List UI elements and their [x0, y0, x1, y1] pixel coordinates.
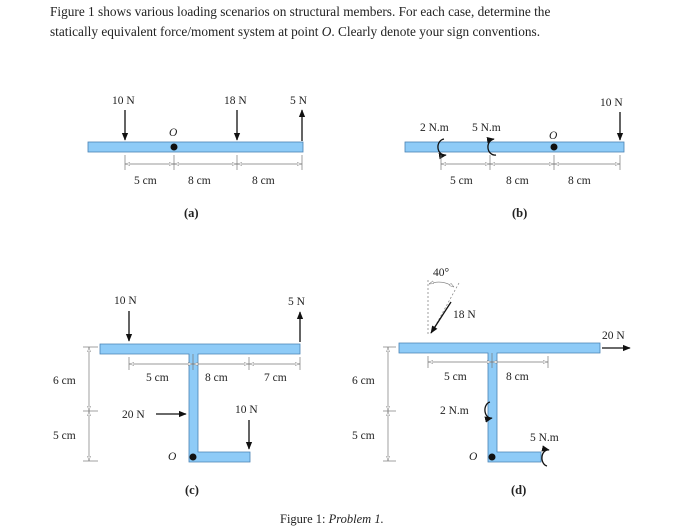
panel-a-caption: (a) — [184, 206, 199, 220]
force-c-5n-label: 5 N — [288, 296, 306, 308]
dim-b-2: 8 cm — [506, 175, 529, 187]
force-c-10n-top-label: 10 N — [114, 295, 137, 307]
dim-b-3: 8 cm — [568, 175, 591, 187]
dim-c-h3: 7 cm — [264, 372, 287, 384]
force-a-10n-label: 10 N — [112, 95, 135, 107]
point-o-label-c: O — [168, 451, 177, 463]
force-a-18n-label: 18 N — [224, 95, 247, 107]
beam-a — [87, 141, 304, 153]
figure-caption-prefix: Figure 1: — [280, 512, 326, 526]
dim-d-v1: 6 cm — [352, 375, 375, 387]
point-o-label-b: O — [549, 130, 558, 142]
t-member-d — [398, 342, 601, 463]
moment-d-2nm-label: 2 N.m — [440, 405, 469, 417]
panel-b-caption: (b) — [512, 206, 527, 220]
moment-b-5nm-label: 5 N.m — [472, 122, 501, 134]
force-a-5n-label: 5 N — [290, 95, 308, 107]
force-c-20n-label: 20 N — [122, 409, 145, 421]
angle-arc — [429, 282, 454, 287]
force-b-10n-label: 10 N — [600, 97, 623, 109]
dim-c-v2: 5 cm — [53, 430, 76, 442]
dim-a-3: 8 cm — [252, 175, 275, 187]
panel-d-caption: (d) — [511, 483, 526, 497]
figure-caption: Figure 1: Problem 1. — [280, 512, 384, 527]
dim-c-v1: 6 cm — [53, 375, 76, 387]
dim-a-1: 5 cm — [134, 175, 157, 187]
panel-c: 10 N 5 N 20 N 10 N O 5 cm 8 cm 7 cm 6 cm… — [53, 295, 306, 497]
force-d-18n-label: 18 N — [453, 309, 476, 321]
point-o-d — [488, 453, 496, 461]
panel-a: 10 N 18 N 5 N O 5 cm 8 cm 8 cm (a) — [87, 95, 308, 220]
point-o-label-d: O — [469, 451, 478, 463]
moment-d-5nm-cw-icon — [541, 445, 550, 467]
force-d-20n-label: 20 N — [602, 330, 625, 342]
dim-a-2: 8 cm — [188, 175, 211, 187]
panel-c-caption: (c) — [185, 483, 199, 497]
dim-c-h1: 5 cm — [146, 372, 169, 384]
dim-b-1: 5 cm — [450, 175, 473, 187]
point-o-c — [189, 453, 197, 461]
angle-40-label: 40° — [433, 267, 450, 279]
moment-d-5nm-label: 5 N.m — [530, 432, 559, 444]
point-o-b — [550, 143, 558, 151]
dim-d-h2: 8 cm — [506, 371, 529, 383]
moment-b-2nm-label: 2 N.m — [420, 122, 449, 134]
point-o-label-a: O — [169, 127, 178, 139]
force-d-18n-arrow — [430, 301, 452, 334]
dim-d-v2: 5 cm — [352, 430, 375, 442]
point-o-a — [170, 143, 178, 151]
force-c-10n-bottom-label: 10 N — [235, 404, 258, 416]
dim-c-h2: 8 cm — [205, 372, 228, 384]
figure-caption-title: Problem 1. — [328, 512, 384, 526]
panel-d: 40° 18 N 20 N 2 N.m 5 N.m O 5 cm 8 cm 6 … — [352, 267, 631, 497]
t-member-c — [99, 343, 301, 463]
figure-1: 10 N 18 N 5 N O 5 cm 8 cm 8 cm (a) 10 N … — [53, 95, 631, 497]
dim-d-h1: 5 cm — [444, 371, 467, 383]
panel-b: 10 N 2 N.m 5 N.m O 5 cm 8 cm 8 cm (b) — [404, 97, 625, 220]
